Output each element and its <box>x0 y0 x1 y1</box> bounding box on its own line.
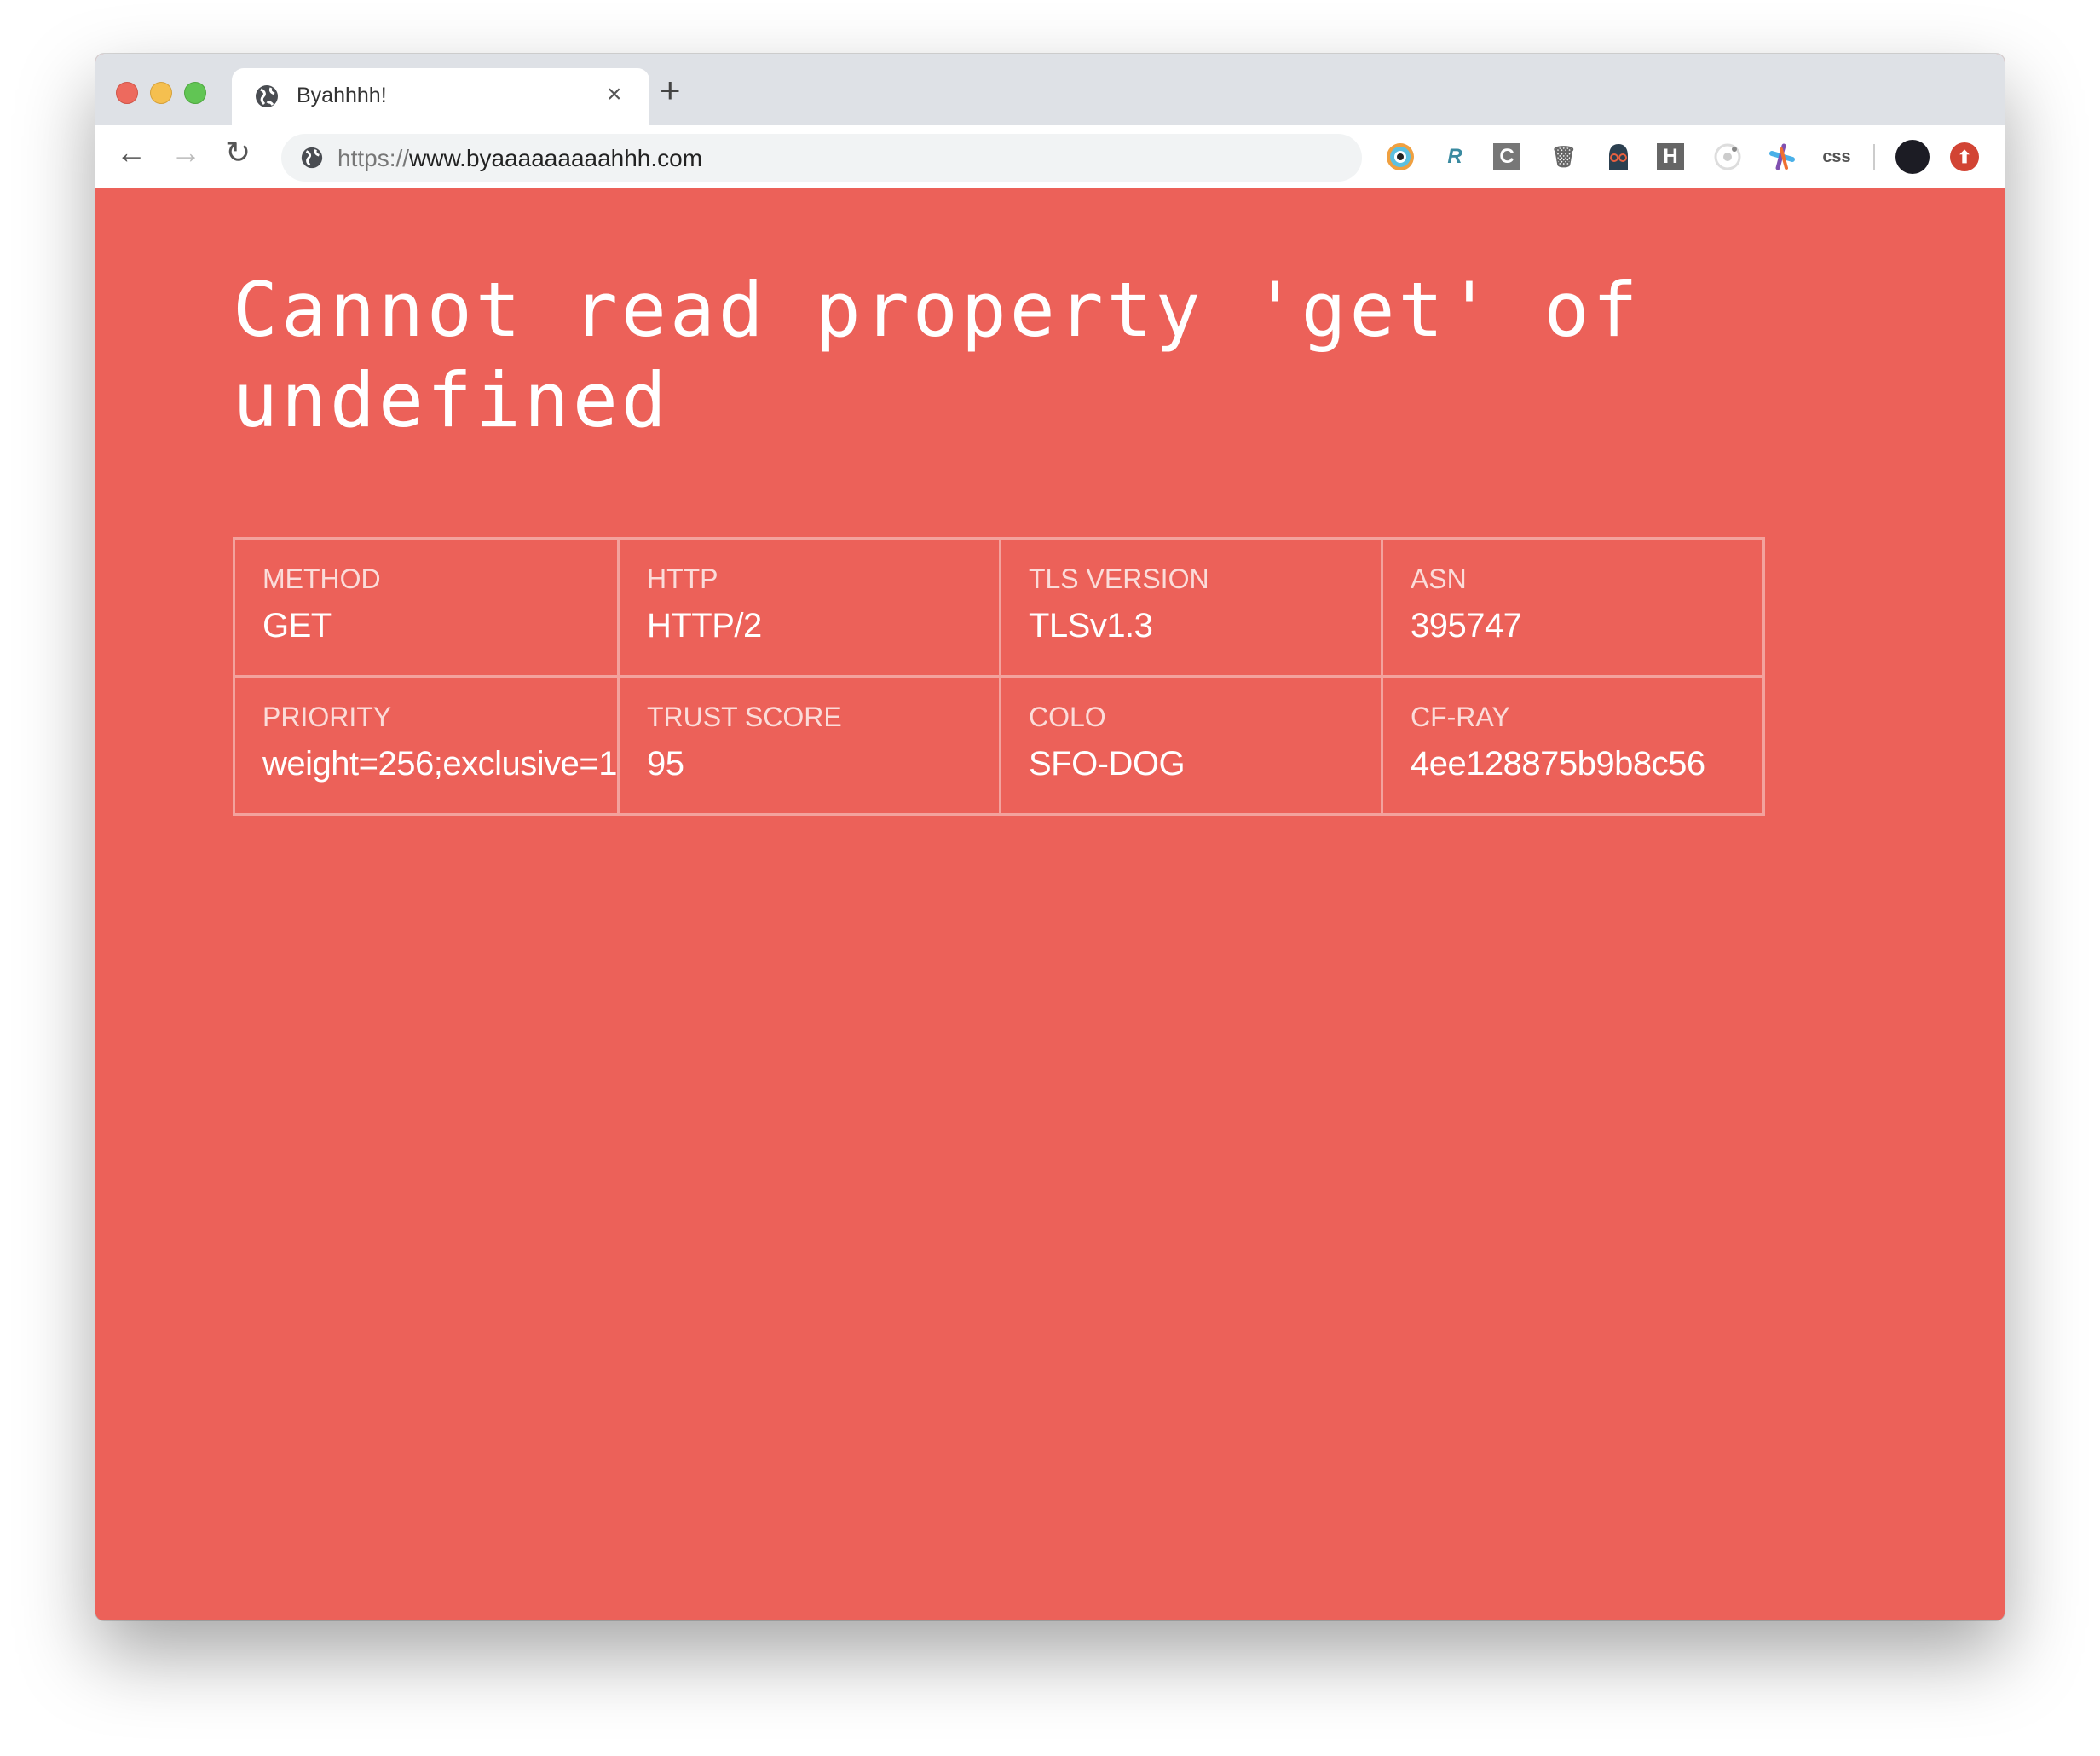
cell-value: 95 <box>646 745 684 783</box>
globe-icon <box>254 84 280 113</box>
cell-value: SFO-DOG <box>1028 745 1186 783</box>
cell-value: 395747 <box>1410 607 1522 644</box>
info-cell-trust-score: TRUST SCORE 95 <box>616 675 1001 816</box>
table-row: METHOD GET HTTP HTTP/2 TLS VERSION TLSv1.3 … <box>233 537 1765 678</box>
new-tab-button[interactable]: + <box>660 72 681 108</box>
address-bar[interactable]: https://www.byaaaaaaaaahhh.com <box>281 134 1362 182</box>
info-cell-asn: ASN 395747 <box>1380 537 1765 678</box>
info-cell-cf-ray: CF-RAY 4ee128875b9b8c56 <box>1380 675 1765 816</box>
request-info-table: METHOD GET HTTP HTTP/2 TLS VERSION TLSv1.3 … <box>233 537 1765 816</box>
cell-label: HTTP <box>646 563 718 594</box>
c-extension-icon[interactable]: C <box>1493 143 1520 170</box>
close-window-button[interactable] <box>116 82 138 104</box>
forward-arrow-icon[interactable]: → <box>170 137 201 168</box>
globe-icon <box>300 146 324 174</box>
css-extension-icon[interactable]: css <box>1820 141 1853 173</box>
cell-label: TRUST SCORE <box>646 702 842 732</box>
toolbar-divider <box>1873 144 1875 170</box>
toolbar: ← → ↻ https://www.byaaaaaaaaahhh.com R C… <box>95 125 2005 190</box>
cell-value: GET <box>262 607 332 644</box>
trash-extension-icon[interactable]: 🗑 <box>1548 141 1580 173</box>
table-row: PRIORITY weight=256;exclusive=1 TRUST SCO… <box>233 675 1765 816</box>
info-cell-colo: COLO SFO-DOG <box>998 675 1383 816</box>
asterisk-extension-icon[interactable] <box>1766 141 1798 173</box>
url-host: www.byaaaaaaaaahhh.com <box>409 145 703 171</box>
h-extension-icon[interactable]: H <box>1657 143 1684 170</box>
tab-title: Byahhhh! <box>297 84 387 107</box>
info-cell-method: METHOD GET <box>233 537 620 678</box>
info-cell-tls: TLS VERSION TLSv1.3 <box>998 537 1383 678</box>
url-scheme: https:// <box>338 145 410 171</box>
minimize-window-button[interactable] <box>150 82 172 104</box>
tab-close-icon[interactable]: × <box>607 80 622 109</box>
r-extension-icon[interactable]: R <box>1439 141 1471 173</box>
browser-extension-eye-icon[interactable] <box>1384 141 1416 173</box>
maximize-window-button[interactable] <box>184 82 206 104</box>
cell-label: METHOD <box>262 563 381 594</box>
reload-icon[interactable]: ↻ <box>225 137 251 168</box>
target-extension-icon[interactable] <box>1711 141 1744 173</box>
url-text: https://www.byaaaaaaaaahhh.com <box>338 145 702 172</box>
darth-extension-icon[interactable] <box>1602 141 1635 173</box>
browser-window: Byahhhh! × + ← → ↻ https://www.byaaaaaaa… <box>95 54 2005 1620</box>
profile-avatar-icon[interactable] <box>1895 140 1930 174</box>
tab-strip: Byahhhh! × + <box>95 54 2005 125</box>
back-arrow-icon[interactable]: ← <box>116 137 147 168</box>
upload-extension-icon[interactable]: ⬆ <box>1950 142 1979 171</box>
tab-active[interactable]: Byahhhh! × <box>232 68 649 125</box>
error-heading: Cannot read property 'get' of undefined <box>233 266 1641 444</box>
cell-value: HTTP/2 <box>646 607 762 644</box>
cell-label: PRIORITY <box>262 702 392 732</box>
cell-value: weight=256;exclusive=1 <box>262 745 617 783</box>
cell-value: 4ee128875b9b8c56 <box>1410 745 1705 783</box>
cell-label: COLO <box>1028 702 1106 732</box>
info-cell-http: HTTP HTTP/2 <box>616 537 1001 678</box>
info-cell-priority: PRIORITY weight=256;exclusive=1 <box>233 675 620 816</box>
cell-label: CF-RAY <box>1410 702 1510 732</box>
cell-label: TLS VERSION <box>1028 563 1209 594</box>
cell-label: ASN <box>1410 563 1467 594</box>
cell-value: TLSv1.3 <box>1028 607 1153 644</box>
page-content: Cannot read property 'get' of undefined … <box>95 188 2005 1620</box>
